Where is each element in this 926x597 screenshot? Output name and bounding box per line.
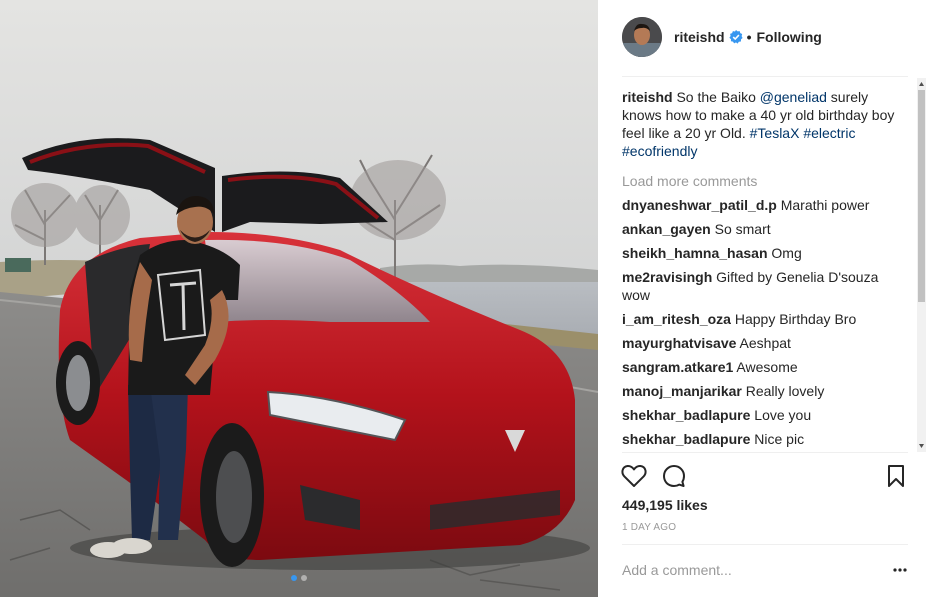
comments-list[interactable]: riteishd So the Baiko @geneliad surely k… bbox=[622, 88, 910, 452]
comment-bubble-icon bbox=[663, 465, 685, 487]
comment-username[interactable]: shekhar_badlapure bbox=[622, 431, 750, 447]
scroll-down-arrow-icon[interactable] bbox=[918, 442, 925, 450]
verified-badge-icon bbox=[728, 30, 743, 44]
caption-hashtag[interactable]: #TeslaX bbox=[750, 125, 800, 141]
post-timestamp: 1 DAY AGO bbox=[622, 522, 677, 533]
comment-username[interactable]: sheikh_hamna_hasan bbox=[622, 245, 768, 261]
add-comment-input[interactable] bbox=[622, 561, 872, 579]
comment-text: Love you bbox=[754, 407, 812, 423]
comments-divider bbox=[622, 452, 908, 453]
tesla-photo-illustration bbox=[0, 0, 598, 597]
author-avatar[interactable] bbox=[622, 17, 662, 57]
author-username[interactable]: riteishd bbox=[674, 29, 725, 45]
comment-username[interactable]: mayurghatvisave bbox=[622, 335, 736, 351]
comment-text: So smart bbox=[714, 221, 771, 237]
carousel-indicator bbox=[0, 575, 598, 581]
comment-text: Nice pic bbox=[754, 431, 805, 447]
carousel-dot[interactable] bbox=[301, 575, 307, 581]
comment-text: Happy Birthday Bro bbox=[734, 311, 857, 327]
comment-username[interactable]: sangram.atkare1 bbox=[622, 359, 733, 375]
caption-text: So the Baiko bbox=[676, 89, 756, 105]
post-side-panel: riteishd • Following riteishd So the Bai… bbox=[598, 0, 926, 597]
avatar-image bbox=[622, 17, 662, 57]
post-caption: riteishd So the Baiko @geneliad surely k… bbox=[622, 88, 910, 160]
comment-button[interactable] bbox=[660, 462, 688, 490]
comment-text: Really lovely bbox=[745, 383, 825, 399]
comment-row: me2ravisingh Gifted by Genelia D'souza w… bbox=[622, 268, 910, 304]
comment-row: ankan_gayen So smart bbox=[622, 220, 910, 238]
carousel-dot-active[interactable] bbox=[291, 575, 297, 581]
more-options-icon bbox=[893, 568, 907, 572]
caption-hashtag[interactable]: #electric bbox=[803, 125, 855, 141]
bookmark-icon bbox=[888, 465, 904, 487]
comment-text: Marathi power bbox=[780, 197, 870, 213]
like-button[interactable] bbox=[620, 462, 648, 490]
comment-username[interactable]: me2ravisingh bbox=[622, 269, 712, 285]
more-options-button[interactable] bbox=[892, 563, 908, 577]
likes-count[interactable]: 449,195 likes bbox=[622, 497, 708, 513]
comment-text: Aeshpat bbox=[739, 335, 791, 351]
comment-row: dnyaneshwar_patil_d.p Marathi power bbox=[622, 196, 910, 214]
comment-row: shekhar_badlapure Nice pic bbox=[622, 430, 910, 448]
comments-scrollbar[interactable] bbox=[917, 78, 926, 452]
header-separator: • bbox=[746, 29, 752, 45]
comment-username[interactable]: dnyaneshwar_patil_d.p bbox=[622, 197, 777, 213]
caption-mention[interactable]: @geneliad bbox=[760, 89, 827, 105]
heart-icon bbox=[621, 464, 647, 487]
comment-row: sheikh_hamna_hasan Omg bbox=[622, 244, 910, 262]
post-photo[interactable] bbox=[0, 0, 598, 597]
caption-hashtag[interactable]: #ecofriendly bbox=[622, 143, 698, 159]
scrollbar-thumb[interactable] bbox=[918, 90, 925, 302]
comment-input-divider bbox=[622, 544, 908, 545]
comment-row: manoj_manjarikar Really lovely bbox=[622, 382, 910, 400]
comment-text: Omg bbox=[771, 245, 802, 261]
header-divider bbox=[622, 76, 908, 77]
comment-row: mayurghatvisave Aeshpat bbox=[622, 334, 910, 352]
comment-username[interactable]: i_am_ritesh_oza bbox=[622, 311, 731, 327]
comment-text: Awesome bbox=[736, 359, 798, 375]
caption-username[interactable]: riteishd bbox=[622, 89, 673, 105]
scroll-up-arrow-icon[interactable] bbox=[918, 80, 925, 88]
comment-username[interactable]: manoj_manjarikar bbox=[622, 383, 742, 399]
comment-row: sangram.atkare1 Awesome bbox=[622, 358, 910, 376]
load-more-comments[interactable]: Load more comments bbox=[622, 172, 910, 190]
comment-row: i_am_ritesh_oza Happy Birthday Bro bbox=[622, 310, 910, 328]
post-header: riteishd • Following bbox=[622, 16, 906, 58]
comment-username[interactable]: ankan_gayen bbox=[622, 221, 711, 237]
save-button[interactable] bbox=[882, 462, 910, 490]
action-bar bbox=[620, 462, 910, 490]
following-button[interactable]: Following bbox=[756, 29, 821, 45]
comment-row: shekhar_badlapure Love you bbox=[622, 406, 910, 424]
comment-username[interactable]: shekhar_badlapure bbox=[622, 407, 750, 423]
